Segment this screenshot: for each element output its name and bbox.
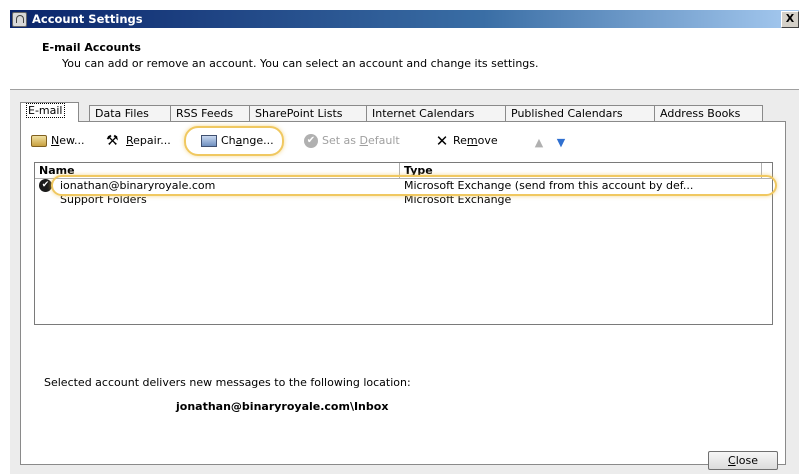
tab-email[interactable]: E-mail [20,102,79,122]
remove-button[interactable]: ✕ Remove [435,132,498,150]
new-account-button[interactable]: New... [31,132,84,150]
account-settings-icon [12,12,27,27]
change-button[interactable]: Change... [201,132,274,150]
column-header-type[interactable]: Type [400,163,762,178]
column-header-name[interactable]: Name [35,163,400,178]
account-toolbar: New... ⚒ Repair... Change... ✔ Set as Defa… [31,130,631,150]
delivery-location-label: Selected account delivers new messages t… [44,376,411,389]
header-title: E-mail Accounts [42,41,141,54]
accounts-list[interactable]: Name Type ✔ ionathan@binaryroyale.com Mi… [34,162,773,325]
tab-sharepoint-lists[interactable]: SharePoint Lists [249,105,367,121]
dialog-header: E-mail Accounts You can add or remove an… [10,29,799,90]
tab-data-files[interactable]: Data Files [89,105,171,121]
tab-rss-feeds[interactable]: RSS Feeds [170,105,250,121]
account-type: Microsoft Exchange [404,193,512,206]
account-name: ionathan@binaryroyale.com [60,179,216,192]
repair-button[interactable]: ⚒ Repair... [106,132,171,150]
close-button[interactable]: Close [708,451,778,470]
repair-icon: ⚒ [106,133,119,149]
tab-address-books[interactable]: Address Books [654,105,763,121]
remove-x-icon: ✕ [435,132,449,150]
default-account-check-icon: ✔ [39,179,52,192]
account-name: Support Folders [60,193,147,206]
email-tab-page: New... ⚒ Repair... Change... ✔ Set as Defa… [20,121,786,465]
set-as-default-button[interactable]: ✔ Set as Default [304,132,400,150]
table-row[interactable]: ✔ ionathan@binaryroyale.com Microsoft Ex… [35,179,772,193]
change-icon [201,135,217,147]
window-title: Account Settings [32,12,143,26]
delivery-location-value: jonathan@binaryroyale.com\Inbox [176,400,389,413]
down-arrow-icon: ▼ [556,136,566,149]
table-row[interactable]: Support Folders Microsoft Exchange [35,193,772,207]
new-account-icon [31,135,47,147]
tab-internet-calendars[interactable]: Internet Calendars [366,105,506,121]
checkmark-circle-icon: ✔ [304,134,318,148]
move-up-button[interactable]: ▲ [531,132,551,150]
accounts-list-header: Name Type [35,163,772,179]
up-arrow-icon: ▲ [534,136,544,149]
move-down-button[interactable]: ▼ [553,132,573,150]
tab-published-calendars[interactable]: Published Calendars [505,105,655,121]
close-window-button[interactable]: X [781,11,799,28]
header-description: You can add or remove an account. You ca… [62,57,539,70]
account-type: Microsoft Exchange (send from this accou… [404,179,694,192]
dialog-body: E-mail Data Files RSS Feeds SharePoint L… [10,90,799,474]
title-bar: Account Settings X [10,10,799,28]
